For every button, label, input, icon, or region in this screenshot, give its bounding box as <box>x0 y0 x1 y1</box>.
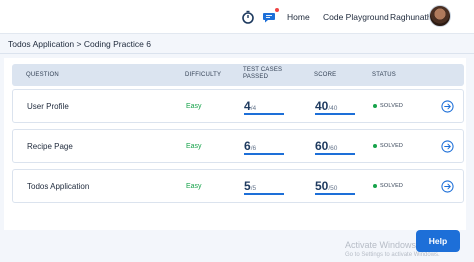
status-dot <box>373 184 377 188</box>
score-progress-bar <box>315 153 355 155</box>
status-text: SOLVED <box>380 143 404 149</box>
difficulty-label: Easy <box>186 103 202 110</box>
help-button[interactable]: Help <box>416 230 460 252</box>
tests-passed: 6 <box>244 139 251 153</box>
tests-progress-bar <box>244 193 284 195</box>
tests-total: /5 <box>250 185 257 192</box>
header-score: SCORE <box>314 72 337 78</box>
header-status: STATUS <box>372 72 396 78</box>
avatar[interactable] <box>429 5 451 27</box>
activate-windows-subtext: Go to Settings to activate Windows. <box>345 252 440 258</box>
score-earned: 50 <box>315 179 329 193</box>
questions-panel: QUESTION DIFFICULTY TEST CASES PASSED SC… <box>4 58 466 230</box>
status-badge: SOLVED <box>373 103 403 109</box>
table-row[interactable]: Todos Application Easy 5/5 50/50 SOLVED <box>12 169 464 203</box>
timer-icon-svg <box>242 10 254 24</box>
breadcrumb[interactable]: Todos Application > Coding Practice 6 <box>8 39 151 49</box>
score-progress-bar <box>315 113 355 115</box>
tests-total: /6 <box>250 145 257 152</box>
question-name[interactable]: User Profile <box>27 102 69 111</box>
header-question: QUESTION <box>26 72 59 78</box>
status-badge: SOLVED <box>373 183 403 189</box>
top-navbar: Home Code Playground Raghunath <box>0 0 474 34</box>
table-row[interactable]: Recipe Page Easy 6/6 60/60 SOLVED <box>12 129 464 163</box>
question-name[interactable]: Recipe Page <box>27 142 73 151</box>
header-difficulty: DIFFICULTY <box>185 72 222 78</box>
arrow-right-circle-icon[interactable] <box>441 140 454 153</box>
arrow-right-circle-icon[interactable] <box>441 180 454 193</box>
tests-passed: 5 <box>244 179 251 193</box>
status-dot <box>373 144 377 148</box>
status-badge: SOLVED <box>373 143 403 149</box>
header-test-cases-line2: PASSED <box>243 74 269 80</box>
table-header: QUESTION DIFFICULTY TEST CASES PASSED SC… <box>12 64 464 86</box>
tests-progress-bar <box>244 113 284 115</box>
timer-icon[interactable] <box>240 9 256 25</box>
nav-home-link[interactable]: Home <box>287 12 310 22</box>
activate-windows-watermark: Activate Windows <box>345 240 417 250</box>
question-name[interactable]: Todos Application <box>27 182 89 191</box>
table-row[interactable]: User Profile Easy 4/4 40/40 SOLVED <box>12 89 464 123</box>
score-earned: 40 <box>315 99 329 113</box>
divider <box>0 53 474 54</box>
score-earned: 60 <box>315 139 329 153</box>
score-total: /50 <box>328 185 338 192</box>
score-total: /40 <box>328 105 338 112</box>
difficulty-label: Easy <box>186 143 202 150</box>
status-dot <box>373 104 377 108</box>
score-total: /60 <box>328 145 338 152</box>
tests-passed: 4 <box>244 99 251 113</box>
chat-icon[interactable] <box>261 7 280 25</box>
tests-progress-bar <box>244 153 284 155</box>
difficulty-label: Easy <box>186 183 202 190</box>
user-name[interactable]: Raghunath <box>390 12 432 22</box>
status-text: SOLVED <box>380 103 404 109</box>
tests-total: /4 <box>250 105 257 112</box>
nav-code-playground-link[interactable]: Code Playground <box>323 12 389 22</box>
score-progress-bar <box>315 193 355 195</box>
header-test-cases: TEST CASES PASSED <box>243 67 291 81</box>
arrow-right-circle-icon[interactable] <box>441 100 454 113</box>
notification-dot <box>274 7 280 13</box>
status-text: SOLVED <box>380 183 404 189</box>
header-test-cases-line1: TEST CASES <box>243 67 283 73</box>
